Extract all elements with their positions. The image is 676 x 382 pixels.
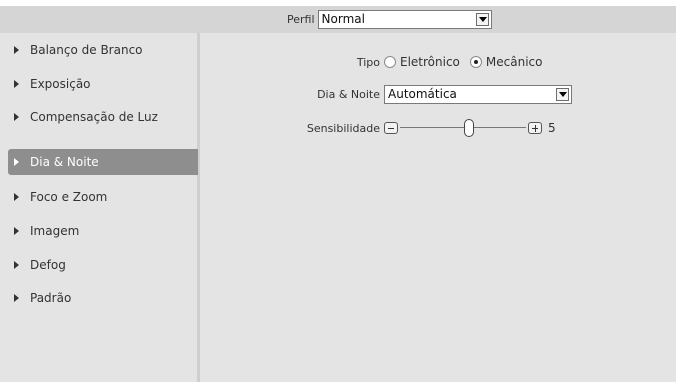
settings-panel: Perfil Normal Balanço de Branco Exposiçã… (0, 6, 676, 382)
caret-right-icon (14, 193, 19, 201)
sidebar-item-defog[interactable]: Defog (8, 252, 198, 278)
sidebar-item-label: Balanço de Branco (30, 43, 143, 57)
chevron-down-icon[interactable] (475, 13, 489, 26)
sidebar-item-label: Defog (30, 258, 66, 272)
sidebar-item-compensacao-de-luz[interactable]: Compensação de Luz (8, 104, 198, 130)
caret-right-icon (14, 227, 19, 235)
tipo-row: Tipo Eletrônico Mecânico (300, 52, 552, 72)
sensibilidade-value: 5 (548, 121, 556, 135)
sidebar-item-foco-e-zoom[interactable]: Foco e Zoom (8, 184, 198, 210)
profile-dropdown[interactable]: Normal (317, 10, 492, 29)
chevron-down-icon[interactable] (556, 87, 569, 101)
caret-right-icon (14, 80, 19, 88)
radio-mecanico[interactable] (469, 56, 482, 68)
sidebar-item-label: Exposição (30, 77, 91, 91)
radio-eletronico-label: Eletrônico (400, 55, 460, 69)
caret-right-icon (14, 158, 19, 166)
radio-mecanico-label: Mecânico (485, 55, 543, 69)
profile-dropdown-value: Normal (321, 12, 365, 26)
sidebar: Balanço de Branco Exposição Compensação … (0, 33, 200, 382)
tipo-label: Tipo (356, 55, 380, 69)
profile-bar: Perfil Normal (0, 6, 676, 33)
sensibilidade-label: Sensibilidade (306, 121, 380, 135)
plus-icon[interactable] (528, 122, 542, 134)
slider-thumb[interactable] (463, 119, 474, 137)
sensibilidade-slider[interactable]: 5 (384, 119, 556, 137)
sidebar-item-label: Dia & Noite (30, 155, 99, 169)
sidebar-item-label: Foco e Zoom (30, 190, 108, 204)
minus-icon[interactable] (384, 122, 398, 134)
dia-noite-dropdown[interactable]: Automática (384, 84, 572, 104)
sidebar-item-exposicao[interactable]: Exposição (8, 71, 198, 97)
sidebar-item-imagem[interactable]: Imagem (8, 218, 198, 244)
profile-selector: Perfil Normal (287, 10, 492, 29)
sidebar-item-balanco-de-branco[interactable]: Balanço de Branco (8, 37, 198, 63)
caret-right-icon (14, 261, 19, 269)
caret-right-icon (14, 294, 19, 302)
caret-right-icon (14, 46, 19, 54)
dia-noite-label: Dia & Noite (317, 87, 380, 101)
sidebar-item-label: Imagem (30, 224, 80, 238)
caret-right-icon (14, 113, 19, 121)
sidebar-item-label: Compensação de Luz (30, 110, 158, 124)
dia-noite-row: Dia & Noite Automática (300, 84, 572, 104)
radio-eletronico[interactable] (384, 56, 396, 68)
dia-noite-dropdown-value: Automática (388, 86, 457, 101)
sensibilidade-row: Sensibilidade 5 (294, 118, 556, 138)
sidebar-item-label: Padrão (30, 291, 72, 305)
sidebar-item-padrao[interactable]: Padrão (8, 285, 198, 311)
sidebar-item-dia-e-noite[interactable]: Dia & Noite (8, 149, 198, 175)
profile-label: Perfil (287, 13, 315, 26)
slider-track[interactable] (400, 119, 526, 137)
